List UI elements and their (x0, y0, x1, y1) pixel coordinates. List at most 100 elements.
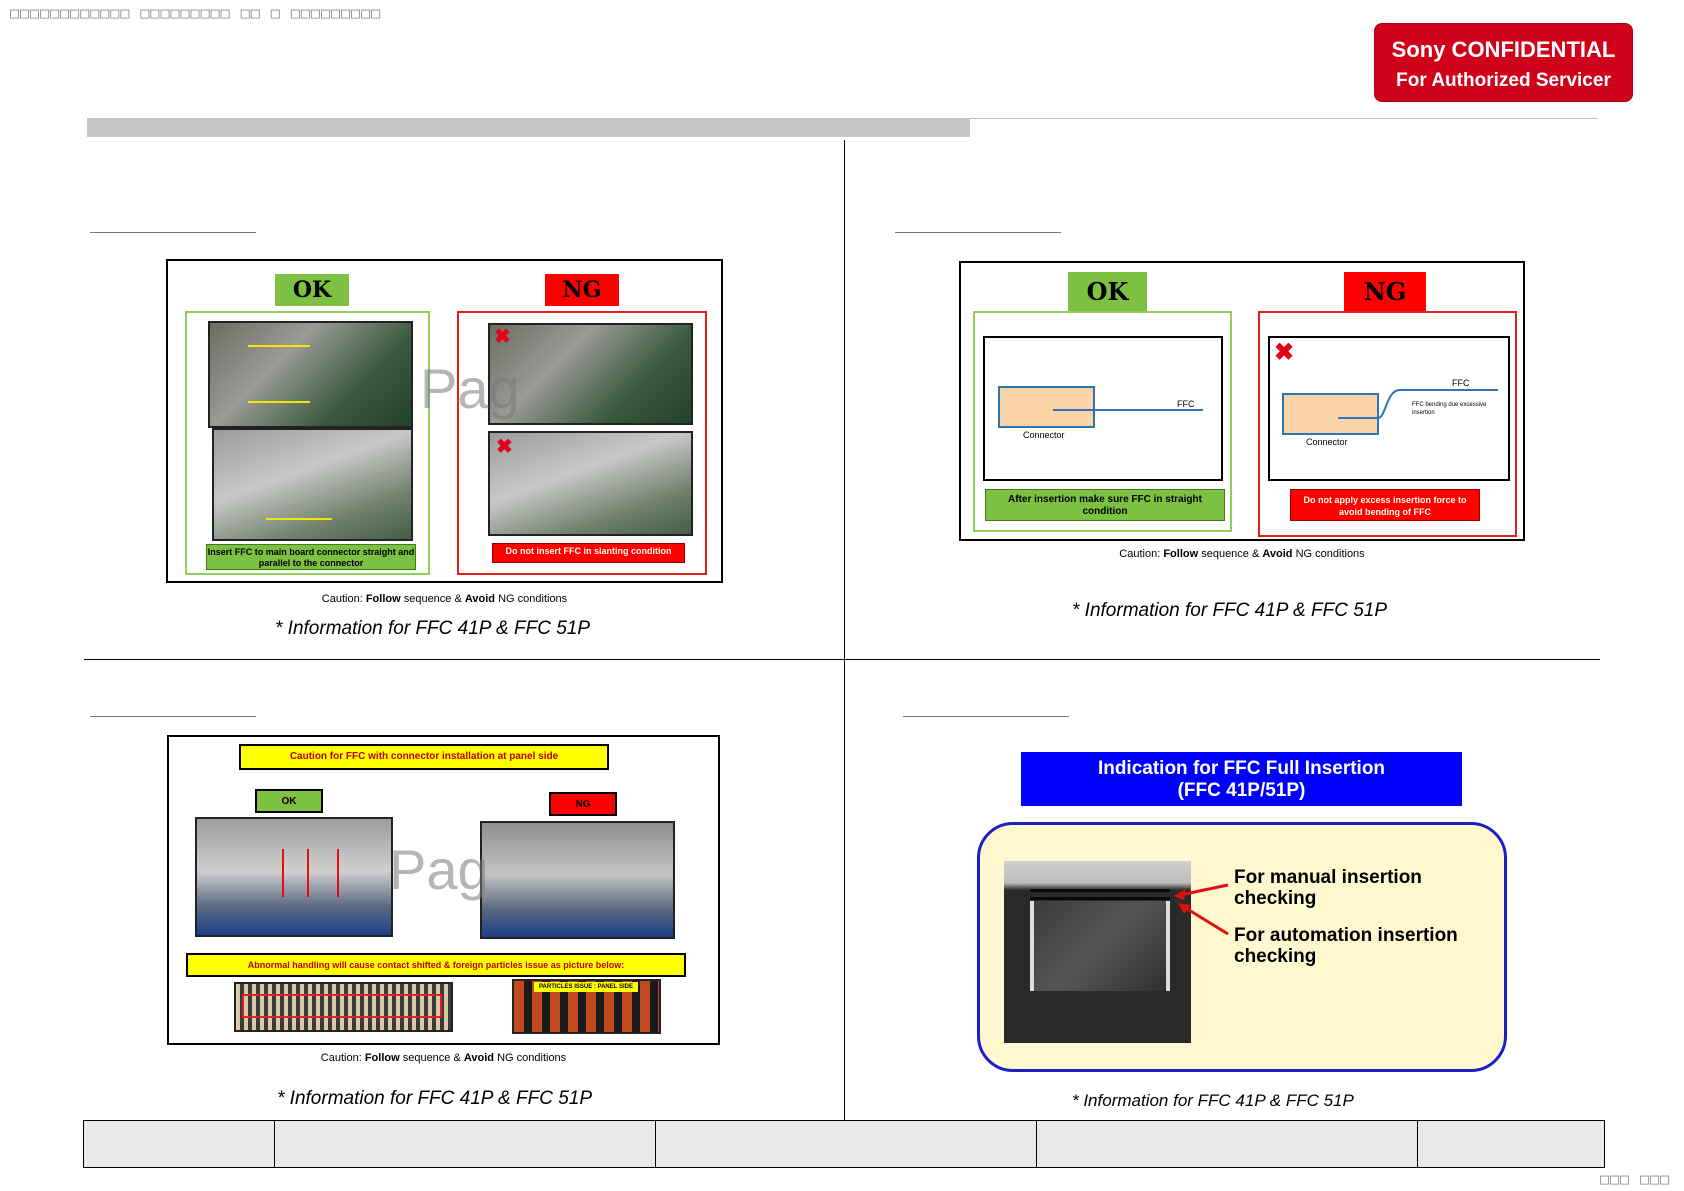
tr-ok-ffc-line (1053, 409, 1203, 411)
bl-caption-bold-2: Avoid (463, 1052, 495, 1064)
tl-yellow-arrow-3 (266, 518, 332, 520)
tr-ng-ffc-label: FFC (1452, 378, 1470, 388)
tl-ok-photo-2 (212, 428, 413, 541)
heading-underline-bl (90, 716, 256, 717)
br-mark-line-2 (1030, 897, 1170, 900)
tl-caption-mid: sequence & (400, 593, 465, 605)
footer-cell-4 (1037, 1121, 1418, 1167)
bl-caption-post: NG conditions (494, 1052, 567, 1064)
tr-ng-connector-label: Connector (1306, 437, 1348, 447)
tl-yellow-arrow-2 (248, 401, 310, 403)
tr-ng-panel: ✖ FFC FFC bending due excessive insertio… (1258, 311, 1517, 537)
tl-yellow-arrow-1 (248, 345, 310, 347)
bl-caption-bold-1: Follow (364, 1052, 400, 1064)
footer-garbled-text: □□□ □□□ (1600, 1170, 1671, 1188)
tr-ok-connector-block (998, 386, 1095, 428)
bl-ok-header: OK (255, 789, 323, 813)
br-ffc-body (1030, 901, 1170, 991)
heading-underline-tr (895, 232, 1061, 233)
tl-ok-panel: Insert FFC to main board connector strai… (185, 311, 430, 575)
br-manual-label: For manual insertion checking (1234, 867, 1422, 909)
tl-ng-x-icon-1: ✖ (494, 326, 511, 348)
tl-caption-post: NG conditions (495, 593, 568, 605)
footer-table (83, 1120, 1605, 1168)
br-mark-line-1 (1030, 889, 1170, 892)
confidential-line1: Sony CONFIDENTIAL (1391, 37, 1616, 62)
bl-contact-photo (234, 982, 453, 1032)
br-title-line2: (FFC 41P/51P) (1177, 780, 1306, 801)
br-title-line1: Indication for FFC Full Insertion (1097, 758, 1386, 779)
br-title-banner: Indication for FFC Full Insertion (FFC 4… (1021, 752, 1462, 806)
tr-figure: OK NG FFC Connector After insertion make… (959, 261, 1525, 541)
bl-info: * Information for FFC 41P & FFC 51P (277, 1088, 593, 1109)
tl-info: * Information for FFC 41P & FFC 51P (275, 618, 591, 639)
tr-caption-bold-1: Follow (1163, 548, 1199, 560)
tr-ng-diagram: ✖ FFC FFC bending due excessive insertio… (1268, 336, 1510, 481)
bl-ng-header: NG (549, 792, 617, 816)
bl-caption-mid: sequence & (399, 1052, 464, 1064)
bl-top-banner: Caution for FFC with connector installat… (239, 744, 609, 770)
footer-cell-5 (1418, 1121, 1604, 1167)
tr-ok-header: OK (1068, 272, 1147, 312)
tl-ng-header: NG (545, 274, 619, 306)
title-bar (87, 118, 970, 137)
horizontal-divider (84, 659, 1600, 660)
br-callout: For manual insertion checking For automa… (977, 822, 1507, 1072)
tl-ok-header: OK (275, 274, 349, 306)
bl-bottom-banner: Abnormal handling will cause contact shi… (186, 953, 686, 977)
br-info: * Information for FFC 41P & FFC 51P (1072, 1091, 1354, 1110)
bl-ok-photo (195, 817, 393, 937)
bl-contact-highlight (242, 994, 442, 1018)
tr-caption: Caution: Follow sequence & Avoid NG cond… (959, 548, 1525, 560)
bl-ng-photo (480, 821, 675, 939)
tl-caption-bold-2: Avoid (464, 593, 496, 605)
header-garbled-text: □□□□□□□□□□□□ □□□□□□□□□ □□ □ □□□□□□□□□ (10, 4, 382, 22)
tr-ok-note: After insertion make sure FFC in straigh… (985, 489, 1225, 521)
tr-caption-post: NG conditions (1292, 548, 1365, 560)
bl-red-arrow-2 (307, 849, 309, 897)
tr-ng-note: Do not apply excess insertion force to a… (1290, 489, 1480, 521)
tl-ng-x-icon-2: ✖ (496, 436, 513, 458)
tl-caption: Caution: Follow sequence & Avoid NG cond… (166, 593, 723, 605)
heading-underline-br (903, 716, 1069, 717)
tr-ok-panel: FFC Connector After insertion make sure … (973, 311, 1232, 532)
br-ffc-photo (1004, 861, 1191, 1043)
bl-caption-pre: Caution: (320, 1052, 365, 1064)
tr-ng-x-icon: ✖ (1274, 339, 1295, 366)
tr-caption-bold-2: Avoid (1262, 548, 1293, 560)
footer-cell-2 (275, 1121, 656, 1167)
tr-caption-mid: sequence & (1198, 548, 1263, 560)
bl-red-arrow-3 (337, 849, 339, 897)
confidential-badge: Sony CONFIDENTIAL For Authorized Service… (1375, 24, 1632, 101)
footer-cell-3 (656, 1121, 1037, 1167)
tl-figure: OK NG Insert FFC to main board connector… (166, 259, 723, 583)
tr-ok-ffc-label: FFC (1177, 399, 1195, 409)
tl-ok-note: Insert FFC to main board connector strai… (206, 544, 416, 570)
vertical-divider (844, 140, 845, 1120)
tl-watermark: Pag (420, 357, 520, 420)
bl-figure: Caution for FFC with connector installat… (167, 735, 720, 1045)
bl-particles-tag: PARTICLES ISSUE : PANEL SIDE (534, 982, 638, 992)
br-red-arrows (1174, 883, 1229, 936)
tl-ok-photo-1 (208, 321, 413, 428)
tr-info: * Information for FFC 41P & FFC 51P (1072, 600, 1388, 621)
heading-underline-tl (90, 232, 256, 233)
tl-ng-photo-2: ✖ (488, 431, 693, 536)
tr-ng-header: NG (1344, 272, 1426, 312)
tl-caption-bold-1: Follow (365, 593, 401, 605)
confidential-line2: For Authorized Servicer (1396, 70, 1611, 91)
tl-ng-panel: ✖ ✖ Do not insert FFC in slanting condit… (457, 311, 707, 575)
tl-ng-note: Do not insert FFC in slanting condition (492, 543, 685, 563)
tr-ok-connector-label: Connector (1023, 430, 1065, 440)
title-rule (970, 118, 1597, 119)
bl-red-arrow-1 (282, 849, 284, 897)
bl-caption: Caution: Follow sequence & Avoid NG cond… (167, 1052, 720, 1064)
footer-cell-1 (84, 1121, 275, 1167)
br-auto-label: For automation insertion checking (1234, 925, 1458, 967)
tr-caption-pre: Caution: (1119, 548, 1164, 560)
tr-ok-diagram: FFC Connector (983, 336, 1223, 481)
bl-watermark: Pag (389, 838, 489, 901)
tl-caption-pre: Caution: (321, 593, 366, 605)
tr-ng-bending-label: FFC bending due excessive insertion (1412, 402, 1487, 416)
bl-particles-photo: PARTICLES ISSUE : PANEL SIDE (512, 979, 661, 1034)
